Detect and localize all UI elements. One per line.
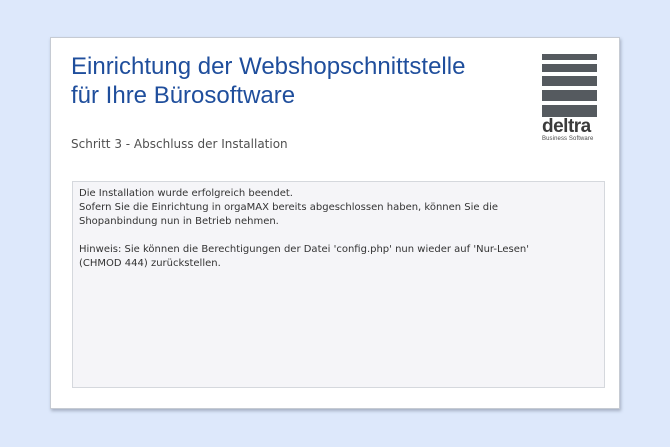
message-line: Die Installation wurde erfolgreich beend… [79, 188, 293, 199]
logo-bar [542, 76, 597, 86]
logo-bar [542, 64, 597, 72]
page-title: Einrichtung der Webshopschnittstelle für… [71, 52, 465, 110]
logo-tagline: Business Software [542, 136, 594, 142]
message-line: Shopanbindung nun in Betrieb nehmen. [79, 216, 279, 227]
page-title-line-2: für Ihre Bürosoftware [71, 82, 296, 109]
page-title-line-1: Einrichtung der Webshopschnittstelle [71, 53, 466, 80]
logo-bar [542, 54, 597, 60]
installer-panel: Einrichtung der Webshopschnittstelle für… [50, 37, 620, 409]
logo-wordmark: deltra [542, 116, 591, 137]
hint-line: Hinweis: Sie können die Berechtigungen d… [79, 244, 529, 255]
hint-line: (CHMOD 444) zurückstellen. [79, 258, 221, 269]
deltra-logo: deltra Business Software [542, 54, 598, 144]
step-label: Schritt 3 - Abschluss der Installation [71, 137, 288, 151]
logo-bar [542, 90, 597, 101]
message-box: Die Installation wurde erfolgreich beend… [72, 181, 605, 388]
message-line: Sofern Sie die Einrichtung in orgaMAX be… [79, 202, 499, 213]
